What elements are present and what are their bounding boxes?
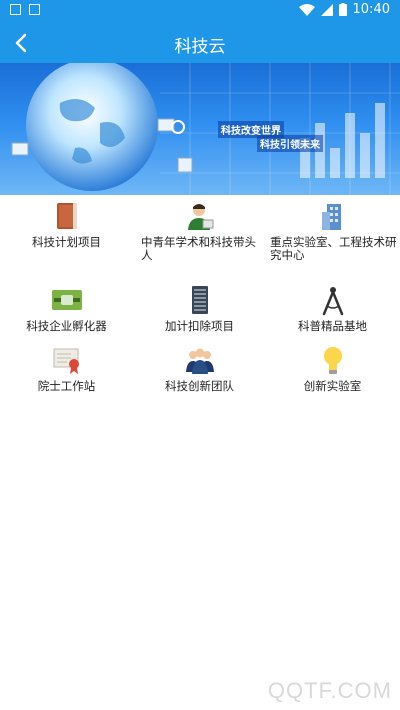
grid-item-science-base[interactable]: 科普精品基地 [266, 284, 399, 333]
battery-icon [338, 3, 347, 16]
app-bar: 科技云 [0, 23, 400, 63]
certificate-icon [53, 348, 79, 374]
grid-label: 中青年学术和科技带头人 [141, 235, 256, 262]
server-icon [191, 286, 208, 314]
plug-icon [51, 290, 82, 310]
clock: 10:40 [352, 2, 390, 17]
grid-label: 科技计划项目 [32, 235, 101, 249]
grid-item-innovation-team[interactable]: 科技创新团队 [133, 344, 266, 393]
app-notification-icon [29, 4, 40, 15]
grid-label: 科普精品基地 [298, 319, 367, 333]
globe-illustration [11, 63, 400, 195]
banner-slogan-2: 科技引领未来 [257, 135, 323, 152]
banner[interactable]: 科技改变世界 科技引领未来 [0, 63, 400, 195]
lightbulb-icon [323, 347, 342, 374]
signal-icon [320, 3, 333, 16]
watermark: QQTF.COM [267, 678, 392, 703]
grid-item-leaders[interactable]: 中青年学术和科技带头人 [133, 200, 266, 262]
book-icon [56, 203, 77, 229]
wifi-icon [298, 3, 315, 16]
grid-label: 科技创新团队 [165, 379, 234, 393]
grid-item-incubator[interactable]: 科技企业孵化器 [0, 284, 133, 333]
grid-label: 加计扣除项目 [165, 319, 234, 333]
grid-item-academician[interactable]: 院士工作站 [0, 344, 133, 393]
grid-item-deduction[interactable]: 加计扣除项目 [133, 284, 266, 333]
grid-label: 科技企业孵化器 [26, 319, 107, 333]
status-right: 10:40 [298, 2, 390, 17]
team-icon [185, 348, 214, 374]
grid-item-labs[interactable]: 重点实验室、工程技术研究中心 [266, 200, 399, 262]
grid-label: 重点实验室、工程技术研究中心 [270, 235, 397, 262]
notification-icons [10, 4, 40, 15]
person-icon [187, 204, 213, 230]
compass-icon [322, 287, 343, 316]
grid-label: 创新实验室 [303, 379, 362, 393]
building-icon [321, 204, 341, 230]
grid-label: 院士工作站 [37, 379, 96, 393]
page-title: 科技云 [174, 37, 226, 57]
grid-item-tech-plan[interactable]: 科技计划项目 [0, 200, 133, 249]
image-notification-icon [10, 4, 21, 15]
grid-item-innovation-lab[interactable]: 创新实验室 [266, 344, 399, 393]
status-bar: 10:40 [0, 0, 400, 23]
